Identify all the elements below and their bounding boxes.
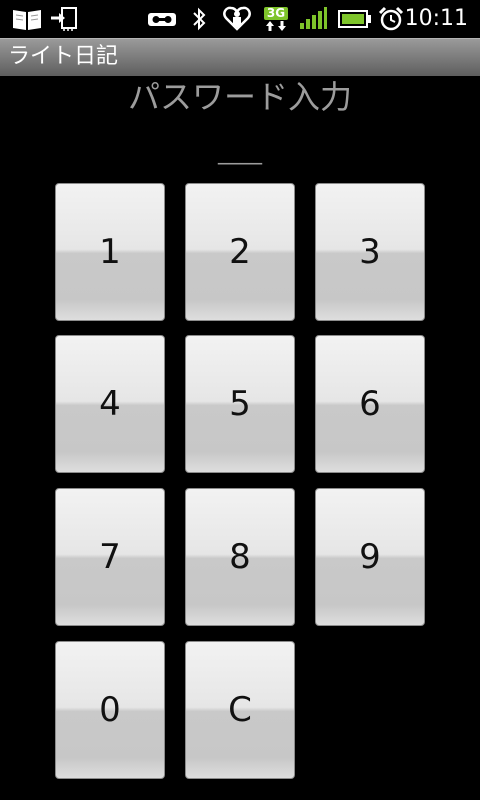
key-label: 8: [229, 537, 251, 577]
status-bar: 3G 10:11: [0, 0, 480, 38]
key-label: C: [228, 690, 252, 730]
password-heading: パスワード入力: [127, 78, 352, 116]
key-9-button[interactable]: 9: [315, 488, 425, 626]
key-label: 7: [99, 537, 121, 577]
key-label: 6: [359, 384, 381, 424]
key-1-button[interactable]: 1: [55, 183, 165, 321]
exit-icon: [48, 6, 80, 32]
signal-icon: [298, 6, 328, 32]
voicemail-icon: [146, 6, 178, 32]
key-8-button[interactable]: 8: [185, 488, 295, 626]
bluetooth-icon: [188, 6, 210, 32]
key-label: 1: [99, 232, 121, 272]
battery-icon: [338, 6, 372, 32]
key-2-button[interactable]: 2: [185, 183, 295, 321]
key-label: 5: [229, 384, 251, 424]
key-label: 3: [359, 232, 381, 272]
key-0-button[interactable]: 0: [55, 641, 165, 779]
key-clear-button[interactable]: C: [185, 641, 295, 779]
key-label: 4: [99, 384, 121, 424]
key-3-button[interactable]: 3: [315, 183, 425, 321]
key-label: 9: [359, 537, 381, 577]
key-6-button[interactable]: 6: [315, 335, 425, 473]
alarm-icon: [378, 6, 404, 32]
network-3g-icon: 3G: [260, 6, 292, 32]
network-3g-label: 3G: [263, 6, 289, 20]
book-icon: [10, 6, 44, 32]
status-time: 10:11: [404, 6, 468, 31]
key-label: 2: [229, 232, 251, 272]
heart-app-icon: [222, 6, 252, 32]
password-display: ____: [218, 140, 262, 165]
app-title: ライト日記: [8, 44, 119, 69]
key-5-button[interactable]: 5: [185, 335, 295, 473]
key-7-button[interactable]: 7: [55, 488, 165, 626]
title-bar: ライト日記: [0, 38, 480, 76]
key-4-button[interactable]: 4: [55, 335, 165, 473]
key-label: 0: [99, 690, 121, 730]
